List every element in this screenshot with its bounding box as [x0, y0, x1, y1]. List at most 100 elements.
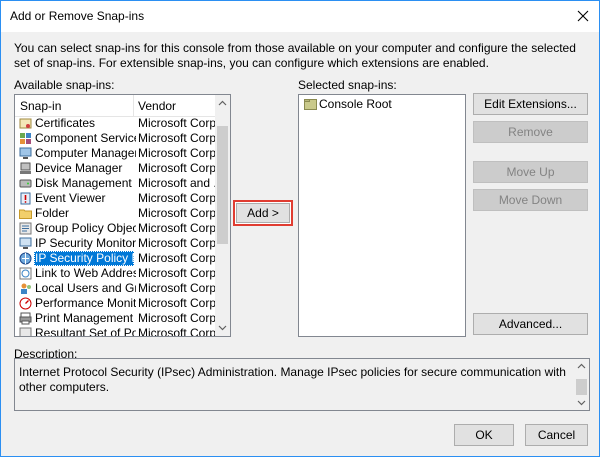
snapin-row[interactable]: Local Users and Gro...Microsoft Corp...	[15, 281, 215, 296]
snapin-row[interactable]: Computer Managem...Microsoft Corp...	[15, 146, 215, 161]
snapin-vendor: Microsoft Corp...	[138, 116, 215, 130]
tree-item-label: Console Root	[319, 97, 392, 111]
snapin-vendor: Microsoft Corp...	[138, 326, 215, 337]
description-scrollbar[interactable]	[574, 359, 589, 410]
snapin-name: Component Services	[35, 131, 136, 145]
snapin-row[interactable]: Link to Web AddressMicrosoft Corp...	[15, 266, 215, 281]
snapin-row[interactable]: IP Security Policy Ma... Microsoft Corp..…	[15, 251, 215, 266]
description-text: Internet Protocol Security (IPsec) Admin…	[19, 365, 566, 394]
add-remove-snapins-dialog: Add or Remove Snap-ins You can select sn…	[0, 0, 600, 457]
snapin-vendor: Microsoft Corp...	[138, 311, 215, 325]
add-button[interactable]: Add >	[236, 203, 290, 223]
snapin-row[interactable]: Resultant Set of PolicyMicrosoft Corp...	[15, 326, 215, 337]
snapin-vendor: Microsoft Corp...	[138, 221, 215, 235]
snapin-row[interactable]: IP Security MonitorMicrosoft Corp...	[15, 236, 215, 251]
snapin-row[interactable]: Print Management Microsoft Corp...	[15, 311, 215, 326]
move-down-button[interactable]: Move Down	[473, 189, 588, 211]
snapin-name: Folder	[35, 206, 70, 220]
available-list-scrollbar[interactable]	[215, 95, 230, 336]
snapin-vendor: Microsoft and ...	[138, 176, 215, 190]
edit-extensions-button[interactable]: Edit Extensions...	[473, 93, 588, 115]
folder-icon	[304, 99, 317, 110]
snapin-name: Certificates	[35, 116, 96, 130]
chevron-up-icon	[577, 363, 586, 369]
performance-monitor-icon	[19, 297, 32, 310]
available-snapins-list[interactable]: Snap-in Vendor Certificates Microsoft Cor…	[14, 94, 231, 337]
add-button-highlight: Add >	[233, 200, 293, 226]
snapin-vendor: Microsoft Corp...	[138, 296, 215, 310]
chevron-up-icon	[218, 100, 227, 106]
selected-snapins-tree[interactable]: Console Root	[298, 94, 466, 337]
scroll-down-arrow[interactable]	[215, 320, 230, 336]
snapin-row[interactable]: Certificates Microsoft Corp...	[15, 116, 215, 131]
computer-management-icon	[19, 147, 32, 159]
snapin-vendor: Microsoft Corp...	[138, 131, 215, 145]
title-bar: Add or Remove Snap-ins	[1, 1, 599, 32]
snapin-row[interactable]: Folder Microsoft Corp...	[15, 206, 215, 221]
snapin-vendor: Microsoft Corp...	[138, 191, 215, 205]
group-policy-icon	[19, 222, 32, 235]
web-link-icon	[19, 267, 32, 280]
selected-snapins-label: Selected snap-ins:	[298, 78, 397, 92]
snapin-vendor: Microsoft Corp...	[138, 161, 215, 175]
scroll-up-arrow[interactable]	[574, 359, 589, 373]
column-separator[interactable]	[133, 95, 134, 116]
ok-button[interactable]: OK	[454, 424, 514, 446]
snapin-name: Event Viewer	[35, 191, 106, 205]
column-header-vendor[interactable]: Vendor	[138, 99, 176, 113]
snapin-name: Performance Monitor	[35, 296, 136, 310]
scroll-thumb[interactable]	[217, 126, 228, 244]
snapin-vendor: Microsoft Corp...	[138, 146, 215, 160]
ip-security-monitor-icon	[19, 237, 32, 249]
snapin-name: IP Security Monitor	[35, 236, 136, 250]
device-manager-icon	[20, 162, 31, 174]
move-up-button[interactable]: Move Up	[473, 161, 588, 183]
snapin-name: Disk Management	[35, 176, 132, 190]
scroll-up-arrow[interactable]	[215, 95, 230, 111]
snapin-name: Local Users and Gro...	[35, 281, 136, 295]
remove-button[interactable]: Remove	[473, 121, 588, 143]
snapin-name: Resultant Set of Policy	[35, 326, 136, 337]
snapin-name: Computer Managem...	[35, 146, 136, 160]
scroll-down-arrow[interactable]	[574, 396, 589, 410]
snapin-name: Print Management	[35, 311, 134, 325]
snapin-row[interactable]: Disk Management Microsoft and ...	[15, 176, 215, 191]
close-icon	[577, 10, 589, 22]
window-title: Add or Remove Snap-ins	[10, 9, 145, 23]
snapin-row[interactable]: Performance MonitorMicrosoft Corp...	[15, 296, 215, 311]
snapin-name: Device Manager	[35, 161, 123, 175]
cancel-button[interactable]: Cancel	[525, 424, 588, 446]
column-header-snapin[interactable]: Snap-in	[20, 99, 61, 113]
snapin-vendor: Microsoft Corp...	[138, 206, 215, 220]
disk-management-icon	[19, 179, 32, 188]
ip-security-policy-icon	[19, 252, 32, 265]
description-box: Internet Protocol Security (IPsec) Admin…	[14, 358, 590, 411]
snapin-name: IP Security Policy Ma...	[34, 251, 134, 266]
snapin-rows: CertificatesMicrosoft Corp...Component S…	[15, 116, 215, 337]
snapin-vendor: Microsoft Corp...	[138, 266, 215, 280]
rsop-icon	[19, 327, 32, 336]
snapin-row[interactable]: Component ServicesMicrosoft Corp...	[15, 131, 215, 146]
local-users-icon	[21, 283, 31, 294]
scroll-thumb[interactable]	[576, 379, 587, 395]
snapin-vendor: Microsoft Corp...	[138, 281, 215, 295]
snapin-row[interactable]: Device Manager Microsoft Corp...	[15, 161, 215, 176]
folder-icon	[19, 209, 32, 219]
snapin-vendor: Microsoft Corp...	[138, 236, 215, 250]
event-viewer-icon	[20, 192, 31, 205]
certificates-icon	[19, 118, 32, 129]
advanced-button[interactable]: Advanced...	[473, 313, 588, 335]
chevron-down-icon	[577, 400, 586, 406]
close-button[interactable]	[571, 5, 595, 27]
intro-text: You can select snap-ins for this console…	[14, 41, 576, 70]
chevron-down-icon	[218, 325, 227, 331]
available-snapins-label: Available snap-ins:	[14, 78, 115, 92]
snapin-name: Link to Web Address	[35, 266, 136, 280]
snapin-row[interactable]: Group Policy Object ...Microsoft Corp...	[15, 221, 215, 236]
snapin-vendor: Microsoft Corp...	[138, 251, 215, 265]
component-services-icon	[20, 133, 31, 144]
print-management-icon	[19, 312, 32, 325]
snapin-row[interactable]: Event Viewer Microsoft Corp...	[15, 191, 215, 206]
list-column-header: Snap-in Vendor	[15, 95, 215, 117]
snapin-name: Group Policy Object ...	[35, 221, 136, 235]
